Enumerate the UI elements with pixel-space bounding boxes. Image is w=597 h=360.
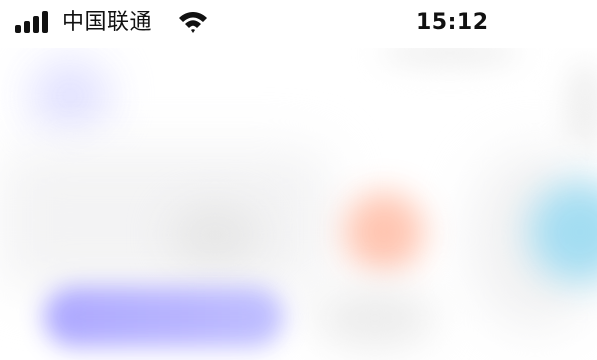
- blurred-primary-button: [44, 287, 284, 347]
- carrier-name: 中国联通: [62, 10, 153, 35]
- status-bar: 中国联通 15:12: [0, 0, 597, 48]
- blurred-card: [0, 150, 330, 290]
- blurred-edge-item: [565, 62, 597, 152]
- blurred-card-detail: [170, 205, 260, 265]
- status-time: 15:12: [416, 10, 489, 35]
- blurred-background-content: [0, 0, 597, 360]
- wifi-icon: [177, 10, 209, 36]
- phone-screen: 中国联通 15:12: [0, 0, 597, 360]
- blurred-bottom-item: [315, 288, 435, 348]
- blurred-avatar: [30, 60, 110, 132]
- blurred-orange-icon: [344, 192, 424, 272]
- cellular-signal-icon: [15, 11, 53, 33]
